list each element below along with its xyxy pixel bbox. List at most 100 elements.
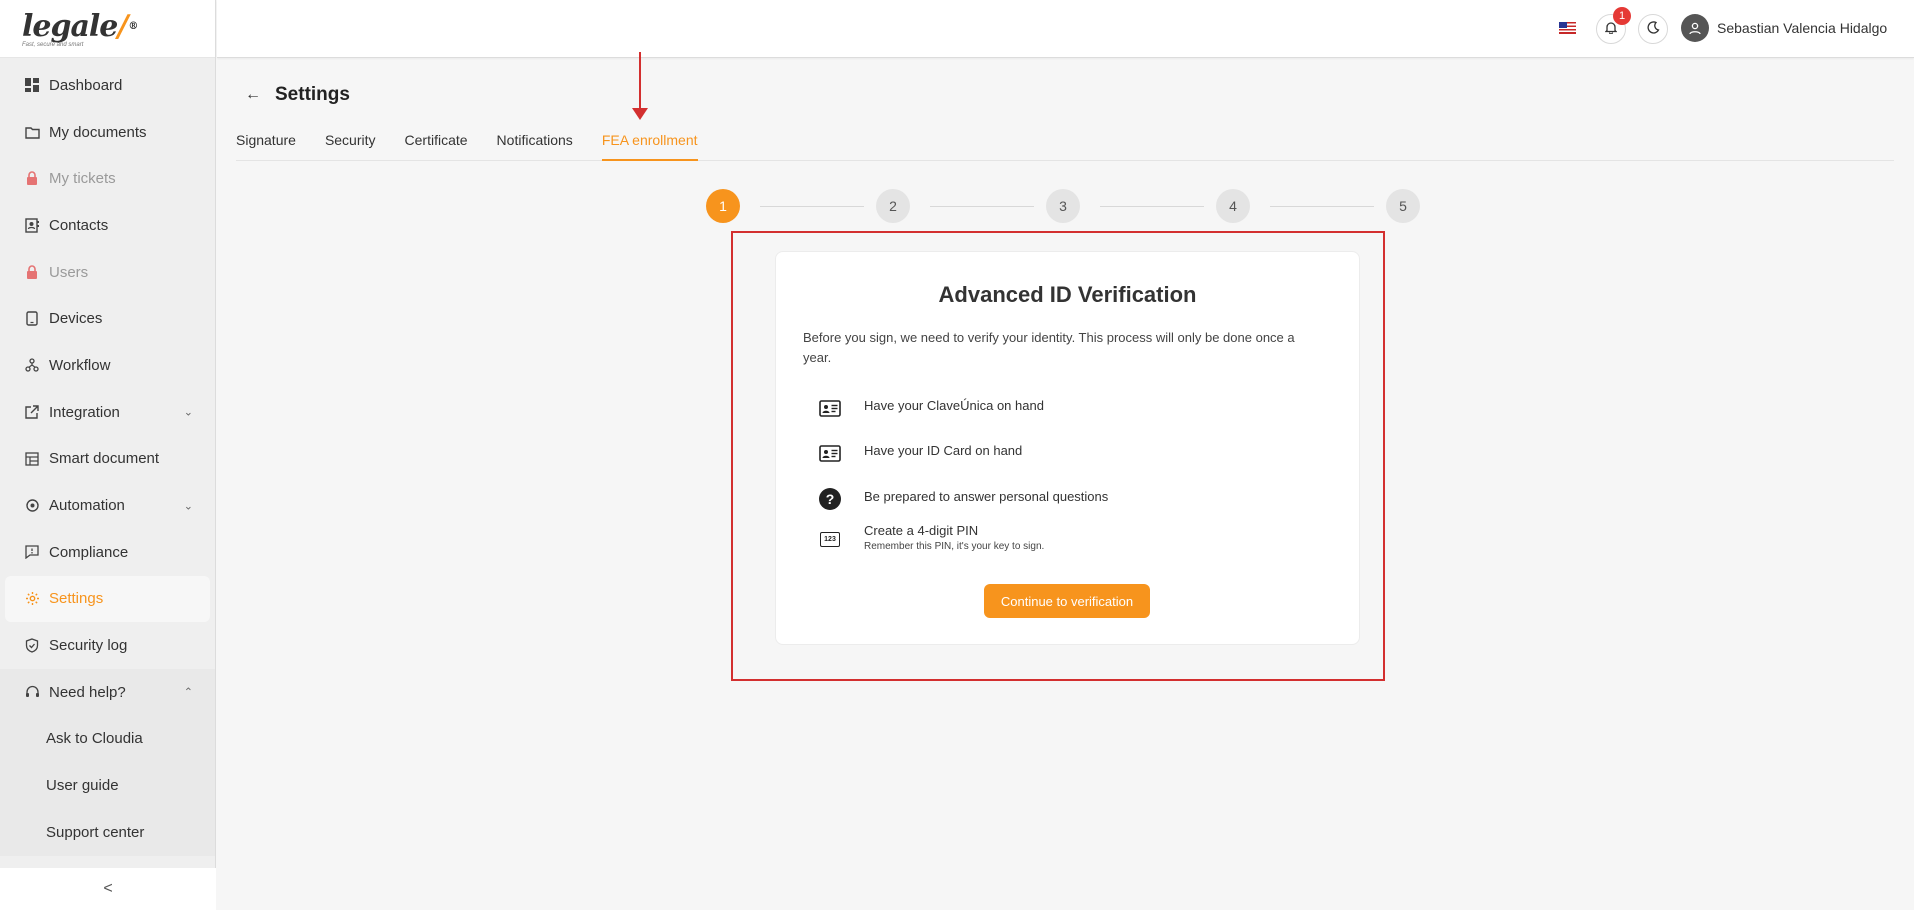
help-item-user-guide[interactable]: User guide — [0, 762, 215, 809]
sidebar-item-settings[interactable]: Settings — [5, 575, 210, 623]
sidebar-item-label: Automation — [49, 497, 125, 515]
help-item-ask-cloudia[interactable]: Ask to Cloudia — [0, 716, 215, 763]
sidebar-item-workflow[interactable]: Workflow — [0, 342, 215, 389]
step-connector — [760, 206, 864, 207]
sidebar-item-label: Devices — [49, 310, 103, 328]
moon-icon — [1646, 21, 1660, 37]
step-connector — [1100, 206, 1204, 207]
sidebar-item-label: My documents — [49, 123, 147, 141]
folder-icon — [24, 124, 40, 140]
requirement-id-card: Have your ID Card on hand — [818, 441, 1022, 465]
sidebar-item-automation[interactable]: Automation ⌄ — [0, 482, 215, 529]
automation-icon — [24, 498, 40, 514]
step-1: 1 — [706, 189, 740, 223]
sidebar-item-label: Contacts — [49, 216, 109, 234]
sidebar-item-label: Dashboard — [49, 76, 123, 94]
logo[interactable]: legale/® Fast, secure and smart — [0, 0, 215, 58]
avatar — [1681, 14, 1709, 42]
requirement-text: Have your ID Card on hand — [864, 443, 1023, 458]
sidebar-item-integration[interactable]: Integration ⌄ — [0, 389, 215, 436]
external-link-icon — [24, 404, 40, 420]
annotation-arrow — [632, 52, 648, 120]
smart-document-icon — [24, 451, 40, 467]
sidebar-item-my-tickets[interactable]: My tickets — [0, 155, 215, 202]
shield-icon — [24, 638, 40, 654]
sidebar-item-label: Settings — [49, 590, 104, 608]
help-item-support-center[interactable]: Support center — [0, 809, 215, 856]
top-header: 1 Sebastian Valencia Hidalgo — [217, 0, 1914, 58]
sidebar-item-label: Integration — [49, 403, 120, 421]
sidebar-item-contacts[interactable]: Contacts — [0, 202, 215, 249]
tab-fea-enrollment[interactable]: FEA enrollment — [601, 126, 698, 161]
continue-to-verification-button[interactable]: Continue to verification — [984, 584, 1150, 618]
step-5: 5 — [1386, 189, 1420, 223]
contacts-icon — [24, 217, 40, 233]
theme-toggle-button[interactable] — [1638, 14, 1668, 44]
step-connector — [1270, 206, 1374, 207]
chevron-down-icon: ⌄ — [183, 406, 193, 419]
settings-tabs: Signature Security Certificate Notificat… — [236, 126, 1894, 161]
dashboard-icon — [24, 77, 40, 93]
chevron-up-icon: ⌃ — [183, 686, 193, 699]
notifications-button[interactable]: 1 — [1596, 7, 1631, 44]
gear-icon — [24, 591, 40, 607]
sidebar: legale/® Fast, secure and smart Dashboar… — [0, 0, 216, 910]
tab-security[interactable]: Security — [325, 126, 376, 161]
sidebar-item-security-log[interactable]: Security log — [0, 622, 215, 669]
step-4: 4 — [1216, 189, 1250, 223]
pin-icon: 123 — [818, 527, 842, 551]
requirement-claveunica: Have your ClaveÚnica on hand — [818, 396, 1044, 420]
help-section: Need help? ⌃ Ask to Cloudia User guide S… — [0, 668, 215, 856]
card-intro: Before you sign, we need to verify your … — [803, 330, 1295, 365]
sidebar-item-label: Smart document — [49, 450, 160, 468]
requirement-subtext: Remember this PIN, it's your key to sign… — [864, 541, 1045, 552]
sidebar-nav: Dashboard My documents My tickets Contac… — [0, 58, 215, 669]
requirement-text: Have your ClaveÚnica on hand — [864, 398, 1044, 413]
us-flag-icon[interactable] — [1559, 22, 1576, 34]
sidebar-item-users[interactable]: Users — [0, 249, 215, 296]
back-arrow-icon[interactable]: ← — [245, 86, 261, 104]
tab-signature[interactable]: Signature — [236, 126, 296, 161]
sidebar-item-need-help[interactable]: Need help? ⌃ — [0, 669, 215, 716]
headset-icon — [24, 684, 40, 700]
tab-certificate[interactable]: Certificate — [405, 126, 468, 161]
workflow-icon — [24, 357, 40, 373]
requirement-text: Be prepared to answer personal questions — [864, 489, 1109, 504]
sidebar-item-label: Users — [49, 263, 89, 281]
bell-icon — [1604, 21, 1618, 37]
sidebar-item-label: Workflow — [49, 356, 111, 374]
user-menu[interactable]: Sebastian Valencia Hidalgo — [1681, 14, 1887, 42]
card-title: Advanced ID Verification — [938, 282, 1197, 307]
step-3: 3 — [1046, 189, 1080, 223]
chevron-left-icon: < — [103, 880, 113, 897]
sidebar-item-devices[interactable]: Devices — [0, 295, 215, 342]
tab-notifications[interactable]: Notifications — [497, 126, 573, 161]
lock-icon — [24, 264, 40, 280]
tablet-icon — [24, 311, 40, 327]
sidebar-item-label: Security log — [49, 637, 128, 655]
sidebar-item-my-documents[interactable]: My documents — [0, 109, 215, 156]
chevron-down-icon: ⌄ — [183, 500, 193, 513]
sidebar-item-label: My tickets — [49, 170, 116, 188]
sidebar-item-compliance[interactable]: Compliance — [0, 529, 215, 576]
id-card-icon — [818, 441, 842, 465]
sidebar-item-smart-document[interactable]: Smart document — [0, 436, 215, 483]
user-name: Sebastian Valencia Hidalgo — [1717, 20, 1888, 36]
requirement-text: Create a 4-digit PIN — [864, 523, 979, 538]
sidebar-item-dashboard[interactable]: Dashboard — [0, 62, 215, 109]
compliance-icon — [24, 544, 40, 560]
step-2: 2 — [876, 189, 910, 223]
collapse-sidebar-button[interactable]: < — [0, 868, 216, 910]
requirement-pin: 123 Create a 4-digit PIN Remember this P… — [818, 521, 1044, 554]
id-card-icon — [818, 396, 842, 420]
question-icon: ? — [818, 487, 842, 511]
page-header: ← Settings — [245, 84, 350, 106]
id-verification-card: Advanced ID Verification Before you sign… — [775, 251, 1360, 645]
lock-icon — [24, 171, 40, 187]
logo-wordmark: legale/® — [22, 9, 138, 44]
step-connector — [930, 206, 1034, 207]
requirement-personal-questions: ? Be prepared to answer personal questio… — [818, 487, 1108, 511]
page-title: Settings — [275, 84, 350, 105]
sidebar-item-label: Compliance — [49, 543, 129, 561]
notification-badge: 1 — [1613, 7, 1631, 25]
